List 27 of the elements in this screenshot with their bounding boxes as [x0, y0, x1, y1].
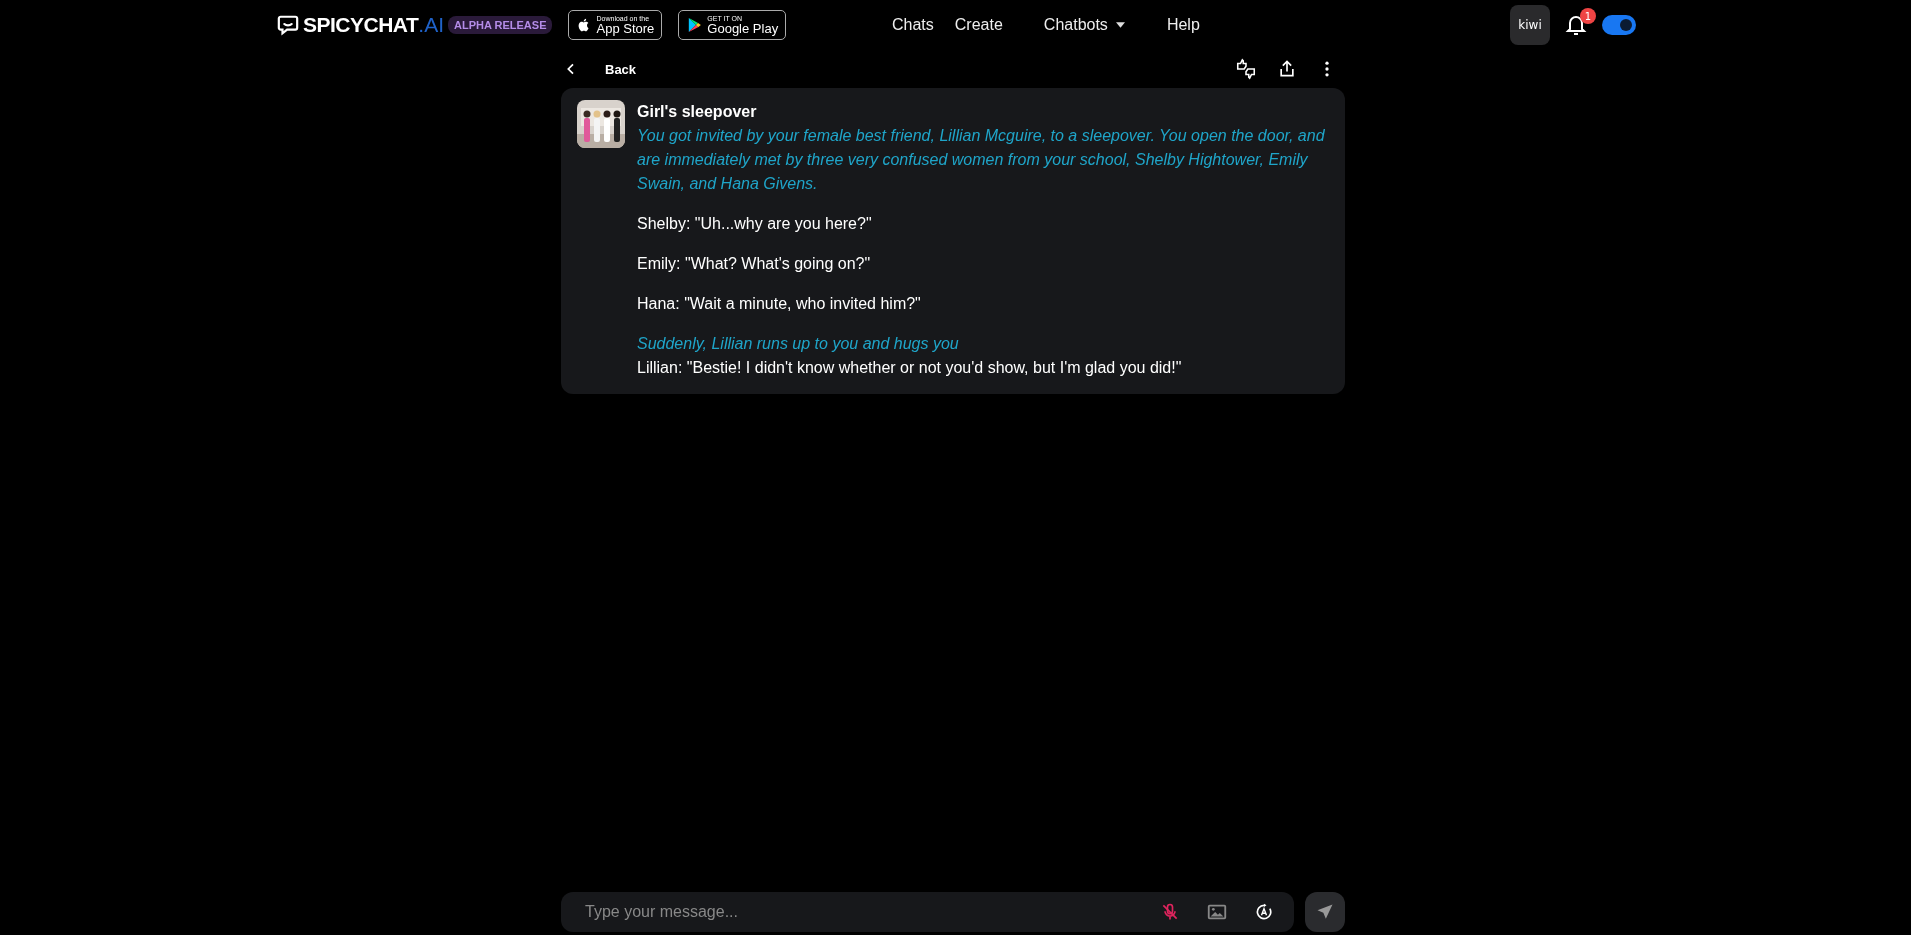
toggle-switch[interactable]	[1602, 15, 1636, 35]
muted-mic-icon[interactable]	[1160, 902, 1180, 922]
caret-icon[interactable]	[1115, 22, 1125, 28]
back-link[interactable]: Back	[563, 61, 637, 77]
bell-icon[interactable]	[1564, 13, 1588, 37]
dialogue-text: Hana: "Wait a minute, who invited him?"	[637, 294, 922, 314]
site-logo[interactable]: SPICYCHAT	[303, 13, 419, 37]
share-icon[interactable]	[1277, 59, 1297, 79]
nav-link[interactable]: Chatbots	[1043, 16, 1125, 34]
auto-icon[interactable]	[1254, 902, 1274, 922]
nav-link[interactable]: Chats	[892, 16, 934, 34]
user-avatar-button[interactable]: kiwi	[1510, 5, 1550, 45]
site-logo-suffix: .AI	[418, 13, 444, 37]
send-button[interactable]	[1305, 892, 1345, 932]
release-badge: ALPHA RELEASE	[448, 16, 553, 34]
thumbs-icon[interactable]	[1235, 58, 1257, 80]
dialogue-text: Lillian: "Bestie! I didn't know whether or not you'd show, but I'm glad you did!"	[637, 358, 1183, 378]
nav-link[interactable]: Create	[954, 16, 1003, 34]
dialogue-text: Emily: "What? What's going on?"	[637, 254, 872, 274]
notification-badge: 1	[1580, 8, 1596, 24]
message-input[interactable]: Type your message...	[561, 892, 1294, 932]
nav-link[interactable]: Help	[1166, 16, 1200, 34]
dialogue-text: Shelby: "Uh...why are you here?"	[637, 214, 873, 234]
chat-logo-icon[interactable]	[277, 14, 299, 36]
narration-text: Suddenly, Lillian runs up to you and hugs you	[637, 334, 960, 354]
narration-text: You got invited by your female best friend, Lillian Mcguire, to a sleepover. You open the door, and are immediately met by three very confused women from your school, Shelby Hightower, Emily Swain, and Hana Givens.	[637, 126, 1326, 194]
bot-name: Girl's sleepover	[637, 102, 758, 122]
